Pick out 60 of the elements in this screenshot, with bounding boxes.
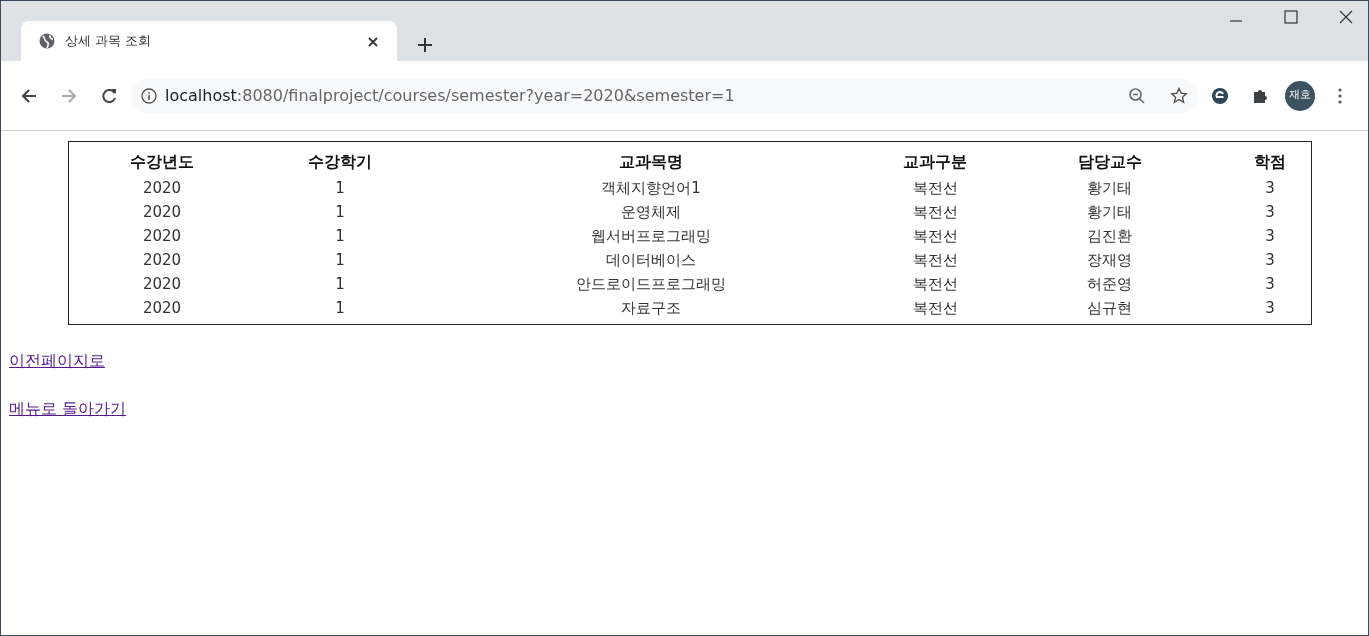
table-cell-text: 2020 xyxy=(141,250,183,271)
close-icon xyxy=(1338,10,1353,24)
table-cell-text: 자료구조 xyxy=(620,298,682,319)
table-cell-text: 2020 xyxy=(141,274,183,295)
browser-tab[interactable]: 상세 과목 조회 xyxy=(21,21,397,61)
url-text: localhost:8080/finalproject/courses/semester?year=2020&semester=1 xyxy=(165,84,735,107)
globe-icon xyxy=(39,33,55,49)
table-cell-text: 2020 xyxy=(141,298,183,319)
table-cell-text: 웹서버프로그래밍 xyxy=(590,226,712,247)
star-icon[interactable] xyxy=(1170,86,1188,105)
minimize-icon xyxy=(1228,20,1243,22)
nav-link[interactable]: 메뉴로 돌아가기 xyxy=(9,397,127,421)
table-cell-text: 복전선 xyxy=(911,178,959,199)
table-cell-text: 1 xyxy=(334,298,346,319)
table-cell-text: 김진환 xyxy=(1086,226,1133,247)
table-cell-text: 3 xyxy=(1264,178,1276,199)
column-header: 수강년도 xyxy=(129,151,195,173)
table-cell-text: 2020 xyxy=(141,226,183,247)
plus-icon xyxy=(417,37,433,53)
table-cell-text: 3 xyxy=(1264,298,1276,319)
table-cell-text: 객체지향언어1 xyxy=(600,178,702,199)
table-cell-text: 허준영 xyxy=(1086,274,1133,295)
table-cell-text: 2020 xyxy=(141,178,183,199)
table-cell-text: 1 xyxy=(334,202,346,223)
table-cell-text: 복전선 xyxy=(911,298,959,319)
close-icon xyxy=(367,35,379,48)
table-cell-text: 복전선 xyxy=(911,202,959,223)
info-icon xyxy=(141,87,157,104)
table-cell-text: 데이터베이스 xyxy=(605,250,697,271)
column-header: 담당교수 xyxy=(1076,151,1143,173)
column-header: 학점 xyxy=(1253,151,1287,173)
table-cell-text: 1 xyxy=(334,250,346,271)
back-arrow-icon xyxy=(20,86,38,105)
table-cell-text: 황기태 xyxy=(1086,202,1133,223)
table-cell-text: 복전선 xyxy=(911,250,959,271)
column-header: 교과구분 xyxy=(902,151,968,173)
table-cell-text: 3 xyxy=(1264,250,1276,271)
table-cell-text: 복전선 xyxy=(911,274,959,295)
forward-arrow-icon xyxy=(60,86,78,105)
nav-link[interactable]: 이전페이지로 xyxy=(9,349,105,373)
table-cell-text: 2020 xyxy=(141,202,183,223)
maximize-icon xyxy=(1283,10,1298,24)
table-cell-text: 1 xyxy=(334,178,346,199)
reload-icon xyxy=(100,86,118,105)
table-cell-text: 황기태 xyxy=(1086,178,1133,199)
table-cell-text: 안드로이드프로그래밍 xyxy=(575,274,727,295)
address-bar[interactable]: localhost:8080/finalproject/courses/semester?year=2020&semester=1 xyxy=(131,78,1198,113)
table-cell-text: 복전선 xyxy=(911,226,959,247)
tab-title: 상세 과목 조회 xyxy=(65,32,152,51)
table-cell-text: 3 xyxy=(1264,202,1276,223)
table-cell-text: 3 xyxy=(1264,274,1276,295)
table-cell-text: 3 xyxy=(1264,226,1276,247)
table-cell-text: 운영체제 xyxy=(620,202,682,223)
column-header: 교과목명 xyxy=(618,151,684,173)
table-cell-text: 1 xyxy=(334,226,346,247)
column-header: 수강학기 xyxy=(307,151,373,173)
table-cell-text: 심규현 xyxy=(1086,298,1133,319)
table-cell-text: 장재영 xyxy=(1086,250,1133,271)
zoom-out-icon[interactable] xyxy=(1128,86,1146,105)
table-cell-text: 1 xyxy=(334,274,346,295)
